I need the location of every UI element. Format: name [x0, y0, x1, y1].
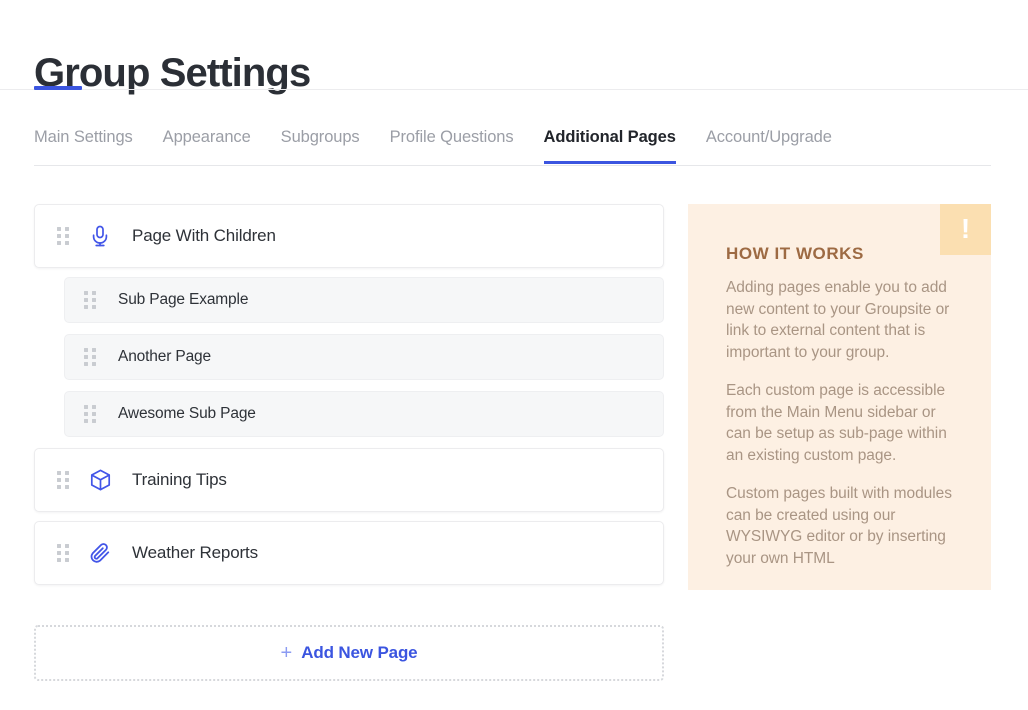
drag-handle[interactable] — [84, 291, 96, 309]
page-row[interactable]: Page With Children — [34, 204, 664, 268]
drag-handle[interactable] — [84, 348, 96, 366]
microphone-icon — [89, 225, 111, 247]
drag-dot — [65, 558, 69, 562]
drag-dot — [57, 234, 61, 238]
drag-dot — [57, 471, 61, 475]
drag-dot — [65, 478, 69, 482]
drag-dot — [92, 412, 96, 416]
drag-dot — [84, 305, 88, 309]
page-row-label: Sub Page Example — [118, 291, 249, 308]
drag-dot — [57, 558, 61, 562]
drag-dot — [84, 419, 88, 423]
tabs-divider — [34, 165, 991, 166]
drag-dot — [92, 405, 96, 409]
page-row[interactable]: Training Tips — [34, 448, 664, 512]
drag-handle[interactable] — [57, 544, 69, 562]
drag-dot — [65, 471, 69, 475]
drag-dot — [57, 478, 61, 482]
tab-account-upgrade[interactable]: Account/Upgrade — [706, 128, 832, 164]
drag-dot — [65, 544, 69, 548]
add-new-page-button[interactable]: + Add New Page — [34, 625, 664, 681]
drag-handle[interactable] — [84, 405, 96, 423]
paperclip-icon — [89, 542, 111, 564]
drag-dot — [65, 551, 69, 555]
title-accent-bar — [34, 86, 82, 90]
drag-dot — [84, 298, 88, 302]
tab-subgroups[interactable]: Subgroups — [281, 128, 360, 164]
tab-additional-pages[interactable]: Additional Pages — [543, 128, 676, 164]
how-it-works-body: Adding pages enable you to add new conte… — [726, 277, 958, 569]
sub-page-row[interactable]: Sub Page Example — [64, 277, 664, 323]
how-it-works-paragraph: Each custom page is accessible from the … — [726, 382, 947, 464]
page-row[interactable]: Weather Reports — [34, 521, 664, 585]
drag-dot — [92, 355, 96, 359]
drag-dot — [92, 305, 96, 309]
drag-dot — [65, 241, 69, 245]
add-new-page-label: Add New Page — [301, 643, 418, 662]
page-row-label: Another Page — [118, 348, 211, 365]
drag-dot — [84, 362, 88, 366]
drag-dot — [57, 241, 61, 245]
how-it-works-panel: ! HOW IT WORKS Adding pages enable you t… — [688, 204, 991, 590]
page-row-label: Training Tips — [132, 470, 227, 489]
drag-dot — [92, 362, 96, 366]
settings-tab-bar: Main Settings Appearance Subgroups Profile … — [34, 128, 991, 164]
tab-appearance[interactable]: Appearance — [163, 128, 251, 164]
exclamation-glyph: ! — [960, 212, 971, 244]
drag-dot — [84, 348, 88, 352]
page-row-label: Awesome Sub Page — [118, 405, 256, 422]
drag-dot — [65, 485, 69, 489]
drag-dot — [92, 298, 96, 302]
drag-dot — [84, 412, 88, 416]
group-settings-page: Group Settings Main Settings Appearance Su… — [0, 0, 1028, 710]
how-it-works-paragraph: Custom pages built with modules can be c… — [726, 485, 952, 567]
drag-dot — [57, 227, 61, 231]
plus-icon: + — [280, 642, 293, 664]
sub-page-row[interactable]: Awesome Sub Page — [64, 391, 664, 437]
drag-dot — [92, 419, 96, 423]
drag-dot — [57, 485, 61, 489]
drag-dot — [57, 544, 61, 548]
how-it-works-title: HOW IT WORKS — [726, 244, 864, 263]
drag-dot — [84, 291, 88, 295]
page-row-label: Weather Reports — [132, 543, 258, 562]
drag-handle[interactable] — [57, 227, 69, 245]
exclamation-icon: ! — [940, 204, 991, 255]
drag-dot — [92, 291, 96, 295]
drag-handle[interactable] — [57, 471, 69, 489]
page-row-label: Page With Children — [132, 226, 276, 245]
drag-dot — [57, 551, 61, 555]
additional-pages-list: Page With Children Sub Page Example Anothe… — [34, 204, 664, 594]
tab-profile-questions[interactable]: Profile Questions — [390, 128, 514, 164]
drag-dot — [65, 234, 69, 238]
drag-dot — [84, 405, 88, 409]
cube-icon — [89, 469, 111, 491]
how-it-works-paragraph: Adding pages enable you to add new conte… — [726, 279, 950, 361]
tab-main-settings[interactable]: Main Settings — [34, 128, 133, 164]
sub-page-row[interactable]: Another Page — [64, 334, 664, 380]
drag-dot — [65, 227, 69, 231]
drag-dot — [92, 348, 96, 352]
drag-dot — [84, 355, 88, 359]
title-divider — [0, 89, 1028, 90]
